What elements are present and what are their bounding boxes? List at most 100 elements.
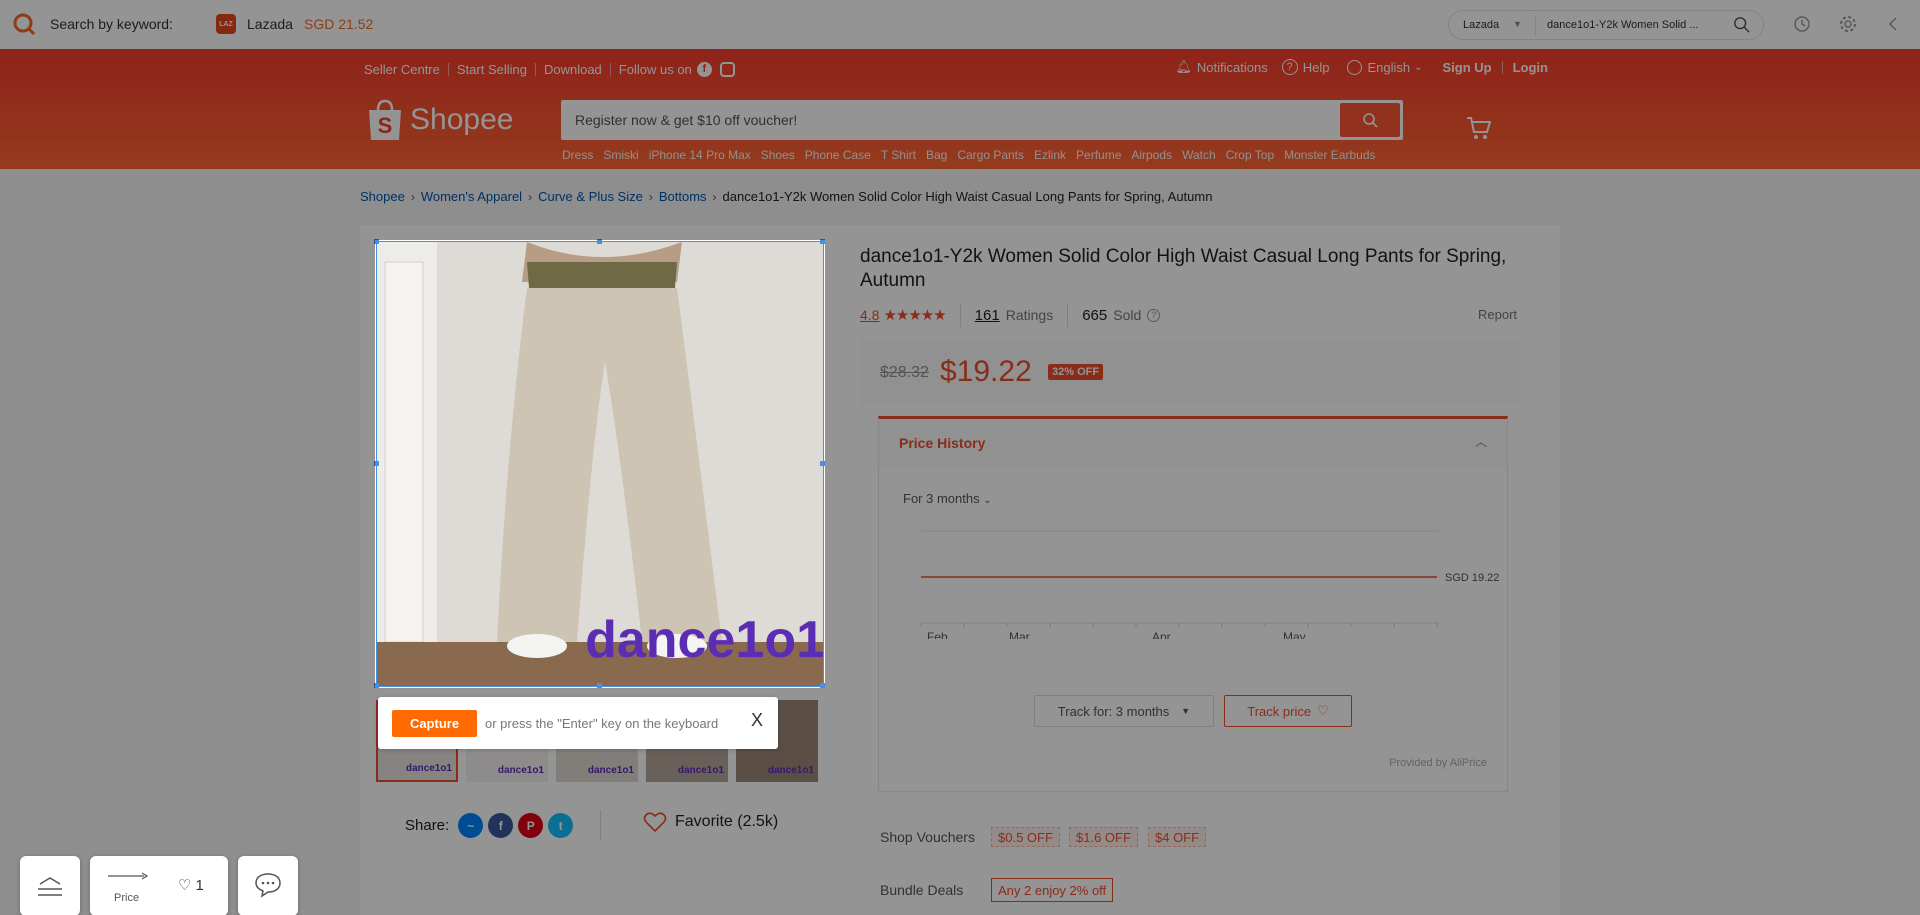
search-hint[interactable]: Phone Case (805, 148, 871, 162)
facebook-icon[interactable]: f (696, 61, 712, 77)
ratings-count[interactable]: 161 (975, 307, 1000, 324)
selection-handle[interactable] (597, 239, 602, 244)
search-by-keyword-label: Search by keyword: (50, 16, 173, 32)
collapse-icon[interactable] (1884, 14, 1904, 34)
caret-down-icon: ▼ (1181, 706, 1191, 716)
track-price-button[interactable]: Track price ♡ (1224, 695, 1352, 727)
search-hint[interactable]: Crop Top (1226, 148, 1274, 162)
voucher-tag[interactable]: $4 OFF (1148, 827, 1207, 847)
gear-icon[interactable] (1838, 14, 1858, 34)
voucher-tag[interactable]: $1.6 OFF (1069, 827, 1138, 847)
cart-icon[interactable] (1466, 115, 1492, 141)
pinterest-icon[interactable]: P (518, 813, 544, 838)
shop-vouchers-label: Shop Vouchers (880, 829, 975, 845)
lazada-price[interactable]: SGD 21.52 (304, 16, 373, 32)
extension-query-input[interactable]: dance1o1-Y2k Women Solid ... (1547, 19, 1698, 31)
instagram-icon[interactable] (719, 61, 735, 77)
search-hint[interactable]: Monster Earbuds (1284, 148, 1375, 162)
help-link[interactable]: Help (1303, 60, 1330, 75)
price-widget[interactable]: Price ♡ 1 (90, 856, 228, 915)
selection-handle[interactable] (820, 461, 825, 466)
product-main-image[interactable]: dance1o1 (376, 241, 824, 687)
sold-count: 665 (1082, 306, 1108, 324)
track-period-select[interactable]: Track for: 3 months ▼ (1034, 695, 1214, 727)
favorite-count[interactable]: ♡ 1 (178, 876, 204, 895)
extension-bar: Search by keyword: LAZ Lazada SGD 21.52 … (0, 0, 1920, 49)
search-hint[interactable]: Ezlink (1034, 148, 1066, 162)
rating-row: 4.8 ★★★★★ 161 Ratings 665 Sold ? (860, 303, 1161, 327)
close-icon[interactable]: X (751, 710, 763, 731)
notifications-link[interactable]: Notifications (1197, 60, 1268, 75)
info-icon[interactable]: ? (1147, 308, 1161, 322)
selection-handle[interactable] (374, 683, 379, 688)
chevron-right-icon: › (528, 189, 533, 204)
heart-icon: ♡ (1317, 703, 1329, 718)
search-input[interactable]: Register now & get $10 off voucher! (575, 112, 797, 128)
selection-handle[interactable] (374, 239, 379, 244)
bundle-deal-tag[interactable]: Any 2 enjoy 2% off (991, 878, 1114, 902)
search-hint[interactable]: iPhone 14 Pro Max (649, 148, 751, 162)
x-tick-label: Apr (1152, 630, 1171, 639)
menu-widget[interactable] (20, 856, 80, 915)
download-link[interactable]: Download (544, 62, 602, 77)
search-hint[interactable]: Dress (562, 148, 593, 162)
search-hint[interactable]: Smiski (603, 148, 638, 162)
signup-link[interactable]: Sign Up (1443, 60, 1492, 75)
breadcrumb-link[interactable]: Bottoms (659, 189, 707, 204)
rating-value[interactable]: 4.8 (860, 307, 879, 323)
extension-search-box[interactable]: Lazada ▼ dance1o1-Y2k Women Solid ... (1448, 10, 1764, 40)
capture-prompt: Capture or press the "Enter" key on the … (378, 697, 778, 749)
price-history-header[interactable]: Price History ︿ (879, 419, 1507, 467)
search-icon[interactable] (1733, 16, 1751, 34)
chevron-down-icon: ⌄ (983, 495, 992, 506)
start-selling-link[interactable]: Start Selling (457, 62, 527, 77)
search-hint[interactable]: Watch (1182, 148, 1216, 162)
twitter-icon[interactable]: t (548, 813, 574, 838)
search-hint[interactable]: Airpods (1131, 148, 1172, 162)
capture-button[interactable]: Capture (392, 710, 477, 737)
search-hint[interactable]: Perfume (1076, 148, 1121, 162)
ratings-label: Ratings (1005, 307, 1054, 323)
x-tick-label: May (1283, 630, 1306, 639)
follow-us-label: Follow us on (618, 61, 692, 77)
voucher-tag[interactable]: $0.5 OFF (991, 827, 1060, 847)
search-hint[interactable]: Bag (926, 148, 947, 162)
favorite-button[interactable]: Favorite (2.5k) (643, 811, 778, 833)
search-hint[interactable]: Shoes (761, 148, 795, 162)
search-hint[interactable]: Cargo Pants (957, 148, 1024, 162)
breadcrumb-link[interactable]: Curve & Plus Size (538, 189, 643, 204)
search-hint[interactable]: T Shirt (881, 148, 916, 162)
price-widget-label: Price (114, 892, 140, 904)
store-select[interactable]: Lazada (1463, 19, 1499, 31)
chevron-right-icon: › (648, 189, 653, 204)
product-photo: dance1o1 (377, 242, 823, 686)
shopee-logo[interactable]: S Shopee (366, 98, 513, 142)
selection-handle[interactable] (374, 461, 379, 466)
login-link[interactable]: Login (1513, 60, 1548, 75)
selection-handle[interactable] (597, 683, 602, 688)
svg-text:S: S (378, 113, 393, 138)
selection-handle[interactable] (820, 683, 825, 688)
shopee-search-box[interactable]: Register now & get $10 off voucher! (561, 100, 1403, 140)
search-button[interactable] (1340, 103, 1400, 137)
period-select[interactable]: For 3 months ⌄ (903, 491, 992, 506)
shopee-wordmark: Shopee (410, 103, 514, 136)
language-select[interactable]: English (1367, 60, 1410, 75)
price-line-label: SGD 19.22 (1445, 572, 1499, 584)
globe-icon[interactable] (1347, 59, 1363, 75)
chevron-up-icon[interactable]: ︿ (1475, 433, 1487, 450)
report-link[interactable]: Report (1478, 307, 1517, 322)
selection-handle[interactable] (820, 239, 825, 244)
lazada-name[interactable]: Lazada (247, 16, 293, 32)
x-tick-label: Mar (1009, 630, 1030, 639)
bell-icon[interactable]: 🔔︎ (1175, 59, 1192, 75)
breadcrumb-link[interactable]: Women's Apparel (421, 189, 522, 204)
help-icon[interactable]: ? (1281, 59, 1298, 75)
shopee-header: Seller Centre Start Selling Download Fol… (0, 49, 1920, 169)
seller-centre-link[interactable]: Seller Centre (364, 62, 440, 77)
messenger-icon[interactable]: ~ (458, 813, 484, 838)
facebook-icon[interactable]: f (488, 813, 514, 838)
history-icon[interactable] (1792, 14, 1812, 34)
chat-widget[interactable] (238, 856, 298, 915)
breadcrumb-link[interactable]: Shopee (360, 189, 405, 204)
